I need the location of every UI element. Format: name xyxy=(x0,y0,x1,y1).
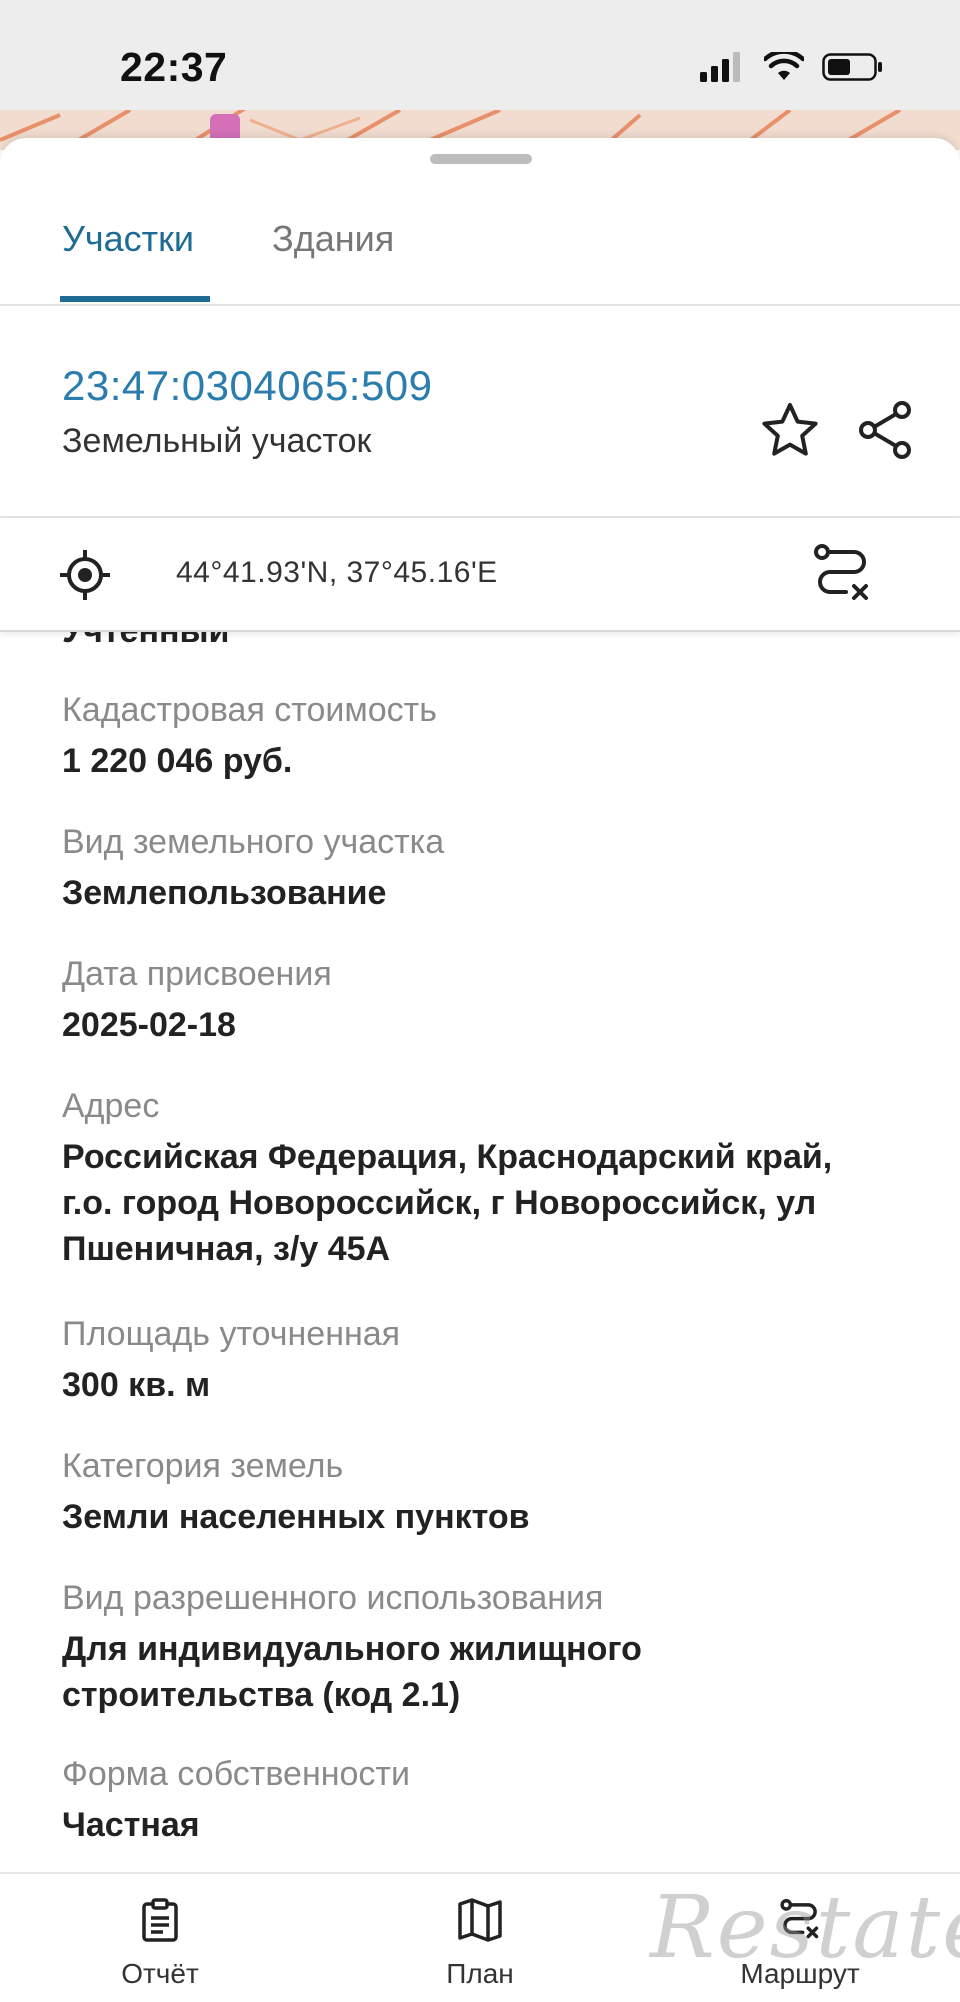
wifi-icon xyxy=(764,52,804,80)
field-value: 300 кв. м xyxy=(62,1366,211,1404)
star-icon xyxy=(762,403,818,456)
field-value: Частная xyxy=(62,1806,200,1844)
parcel-sheet: Участки Здания 23:47:0304065:509 Земельн… xyxy=(0,138,960,2000)
field-label: Вид разрешенного использования xyxy=(62,1579,604,1617)
tab-active-indicator xyxy=(60,296,210,302)
status-time: 22:37 xyxy=(120,44,228,90)
status-icons xyxy=(700,52,884,82)
clipboard-icon xyxy=(142,1898,178,1942)
coordinates-text[interactable]: 44°41.93'N, 37°45.16'E xyxy=(176,556,498,590)
field-value: 2025-02-18 xyxy=(62,1006,236,1044)
tab-buildings[interactable]: Здания xyxy=(272,218,394,260)
nav-report-label: Отчёт xyxy=(121,1958,199,1989)
sheet-grabber[interactable] xyxy=(430,154,532,164)
favorite-button[interactable] xyxy=(758,398,822,462)
field-assignment-date: Дата присвоения 2025-02-18 xyxy=(62,952,882,1048)
share-icon xyxy=(859,401,911,459)
field-label: Категория земель xyxy=(62,1447,344,1485)
field-label: Кадастровая стоимость xyxy=(62,691,437,729)
parcel-details: Учтенный Кадастровая стоимость 1 220 046… xyxy=(0,632,960,1882)
coordinates-bar: 44°41.93'N, 37°45.16'E xyxy=(0,518,960,632)
parcel-header: 23:47:0304065:509 Земельный участок xyxy=(0,306,960,518)
battery-icon xyxy=(822,53,882,81)
route-clear-icon xyxy=(780,1899,819,1939)
locate-icon xyxy=(60,550,110,600)
field-parcel-kind: Вид земельного участка Землепользование xyxy=(62,820,882,916)
field-value: Для индивидуального жилищного строительс… xyxy=(62,1630,642,1714)
route-clear-icon xyxy=(814,544,868,600)
nav-plan-label: План xyxy=(446,1958,514,1989)
field-value: Земли населенных пунктов xyxy=(62,1498,530,1536)
field-label: Дата присвоения xyxy=(62,955,332,993)
tab-parcels[interactable]: Участки xyxy=(62,218,194,260)
field-land-category: Категория земель Земли населенных пункто… xyxy=(62,1444,882,1540)
field-label: Форма собственности xyxy=(62,1755,410,1793)
map-icon xyxy=(458,1898,502,1942)
nav-plan[interactable]: План xyxy=(410,1898,550,1990)
nav-route-label: Маршрут xyxy=(740,1958,860,1989)
share-button[interactable] xyxy=(854,398,918,462)
field-permitted-use: Вид разрешенного использования Для индив… xyxy=(62,1576,882,1718)
field-address: Адрес Российская Федерация, Краснодарски… xyxy=(62,1084,882,1272)
field-cadastral-value: Кадастровая стоимость 1 220 046 руб. xyxy=(62,688,882,784)
signal-icon xyxy=(700,52,740,82)
field-area: Площадь уточненная 300 кв. м xyxy=(62,1312,882,1408)
tab-bar: Участки Здания xyxy=(0,178,960,306)
nav-route[interactable]: Маршрут xyxy=(730,1898,870,1990)
locate-button[interactable] xyxy=(58,548,112,607)
nav-report[interactable]: Отчёт xyxy=(90,1898,230,1990)
field-label: Площадь уточненная xyxy=(62,1315,401,1353)
cadastral-number[interactable]: 23:47:0304065:509 xyxy=(62,362,433,410)
field-value: Землепользование xyxy=(62,874,387,912)
object-type: Земельный участок xyxy=(62,422,372,460)
field-ownership: Форма собственности Частная xyxy=(62,1752,882,1848)
route-clear-button[interactable] xyxy=(810,542,874,611)
field-label: Адрес xyxy=(62,1087,160,1125)
bottom-nav: Отчёт План Маршрут xyxy=(0,1872,960,2002)
field-value: 1 220 046 руб. xyxy=(62,742,293,780)
status-value-partial: Учтенный xyxy=(62,632,229,651)
status-bar: 22:37 xyxy=(0,0,960,110)
field-value[interactable]: Российская Федерация, Краснодарский край… xyxy=(62,1134,882,1272)
field-label: Вид земельного участка xyxy=(62,823,445,861)
